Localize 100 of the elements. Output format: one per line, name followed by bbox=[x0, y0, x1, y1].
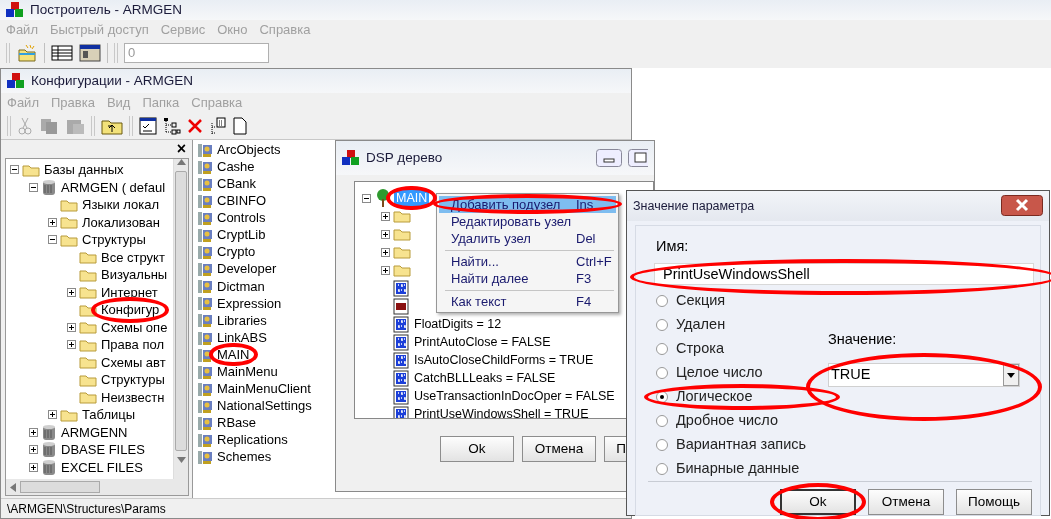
folder-icon bbox=[79, 267, 97, 282]
folder-up-icon[interactable] bbox=[101, 117, 123, 135]
collapse-icon[interactable] bbox=[48, 235, 57, 245]
tree-item[interactable]: Локализован bbox=[80, 212, 163, 232]
tree-item[interactable]: Все структ bbox=[99, 247, 167, 267]
folder-icon bbox=[60, 215, 78, 230]
radio-label: Логическое bbox=[676, 386, 753, 406]
list-item[interactable]: CBank bbox=[215, 174, 259, 194]
list-item[interactable]: NationalSettings bbox=[215, 396, 314, 416]
list-item[interactable]: CBINFO bbox=[215, 191, 269, 211]
tree-item[interactable]: DBASE FILES bbox=[59, 440, 147, 460]
list-item[interactable]: MainMenu bbox=[215, 362, 280, 382]
new-document-icon[interactable] bbox=[233, 117, 247, 135]
tree-item[interactable]: CatchBLLLeaks = FALSE bbox=[412, 368, 558, 388]
dialog-button[interactable]: Ok bbox=[780, 488, 856, 515]
app-icon bbox=[6, 2, 24, 18]
app-icon bbox=[7, 73, 25, 89]
list-item[interactable]: MainMenuClient bbox=[215, 379, 313, 399]
menu-item[interactable]: Найти далее F3 bbox=[439, 270, 616, 287]
list-item[interactable]: Controls bbox=[215, 208, 268, 228]
module-icon bbox=[197, 449, 213, 466]
expand-icon[interactable] bbox=[29, 427, 38, 437]
tree-item[interactable]: EXCEL FILES bbox=[59, 457, 145, 477]
list-item[interactable]: Developer bbox=[215, 259, 279, 279]
collapse-icon[interactable] bbox=[29, 182, 38, 192]
radio-label: Секция bbox=[676, 290, 726, 310]
tree-item[interactable]: Схемы опе bbox=[99, 317, 170, 337]
open-folder-icon[interactable] bbox=[16, 43, 38, 63]
tree-item[interactable]: Неизвестн bbox=[99, 387, 167, 407]
menu-item[interactable]: Редактировать узел bbox=[439, 213, 616, 230]
tree-item[interactable]: PrintUseWindowsShell = TRUE bbox=[412, 404, 591, 418]
list-item[interactable]: Schemes bbox=[215, 447, 274, 467]
tree-item[interactable]: IsAutoCloseChildForms = TRUE bbox=[412, 350, 596, 370]
expand-icon[interactable] bbox=[29, 462, 38, 472]
expand-icon[interactable] bbox=[381, 211, 390, 221]
dialog-button[interactable]: Отмена bbox=[868, 488, 944, 515]
expand-icon[interactable] bbox=[48, 217, 57, 227]
tree-item[interactable]: Базы данных bbox=[42, 160, 126, 180]
tree-item[interactable]: ARMGEN ( defaul bbox=[59, 177, 168, 197]
tree-item[interactable]: Визуальны bbox=[99, 265, 170, 285]
collapse-icon[interactable] bbox=[10, 165, 19, 175]
app-icon bbox=[342, 150, 360, 166]
radio-button[interactable] bbox=[656, 390, 668, 403]
menu-item[interactable]: Удалить узел Del bbox=[439, 230, 616, 247]
close-button[interactable]: × bbox=[176, 140, 186, 158]
list-item[interactable]: RBase bbox=[215, 413, 259, 433]
tree-item[interactable]: Интернет bbox=[99, 282, 160, 302]
properties-icon[interactable] bbox=[139, 117, 157, 135]
radio-button[interactable] bbox=[656, 414, 668, 427]
tree-item[interactable]: Структуры bbox=[80, 230, 148, 250]
expand-icon[interactable] bbox=[67, 322, 76, 332]
tree-item[interactable]: Языки локал bbox=[80, 195, 161, 215]
table-icon[interactable] bbox=[51, 44, 73, 62]
radio-button[interactable] bbox=[656, 318, 668, 331]
module-icon bbox=[197, 261, 213, 278]
tree-view-icon[interactable] bbox=[163, 117, 181, 135]
window-icon[interactable] bbox=[79, 44, 101, 62]
expand-icon[interactable] bbox=[67, 287, 76, 297]
menu-item[interactable]: Найти... Ctrl+F bbox=[439, 253, 616, 270]
vertical-scrollbar[interactable] bbox=[173, 159, 188, 479]
dialog-button[interactable]: Ok bbox=[440, 436, 514, 462]
module-icon bbox=[197, 175, 213, 192]
tree-item[interactable]: FloatDigits = 12 bbox=[412, 314, 504, 334]
maximize-icon[interactable] bbox=[628, 149, 648, 167]
radio-button[interactable] bbox=[656, 294, 668, 307]
expand-icon[interactable] bbox=[29, 445, 38, 455]
dialog-button[interactable]: Помощь bbox=[956, 488, 1032, 515]
expand-icon[interactable] bbox=[381, 247, 390, 257]
copy-tree-icon[interactable] bbox=[209, 117, 227, 135]
tree-item[interactable]: ARMGENN bbox=[59, 422, 130, 442]
radio-button[interactable] bbox=[656, 462, 668, 475]
radio-button[interactable] bbox=[656, 438, 668, 451]
scroll-left-icon bbox=[10, 482, 16, 492]
tree-item[interactable]: Конфигур bbox=[99, 300, 162, 320]
radio-button[interactable] bbox=[656, 342, 668, 355]
list-item[interactable]: Crypto bbox=[215, 242, 258, 262]
dialog-button[interactable]: Отмена bbox=[522, 436, 596, 462]
module-icon bbox=[197, 380, 213, 397]
list-item[interactable]: CryptLib bbox=[215, 225, 268, 245]
tree-item[interactable]: Права пол bbox=[99, 335, 166, 355]
delete-icon[interactable] bbox=[187, 118, 203, 134]
expand-icon[interactable] bbox=[67, 340, 76, 350]
menu-item[interactable]: Как текст F4 bbox=[439, 293, 616, 310]
tree-item[interactable]: UseTransactionInDocOper = FALSE bbox=[412, 386, 617, 406]
tree-item[interactable]: Структуры bbox=[99, 370, 167, 390]
list-item[interactable]: Replications bbox=[215, 430, 290, 450]
tree-item[interactable]: PrintAutoClose = FALSE bbox=[412, 332, 553, 352]
input-field[interactable]: PrintUseWindowsShell bbox=[654, 262, 1034, 285]
tree-item[interactable]: Таблицы bbox=[80, 405, 138, 425]
horizontal-scrollbar[interactable] bbox=[6, 479, 188, 495]
tree-item[interactable]: Схемы авт bbox=[99, 352, 168, 372]
dropdown-field[interactable]: TRUE bbox=[828, 362, 1020, 387]
collapse-icon[interactable] bbox=[362, 193, 371, 203]
radio-button[interactable] bbox=[656, 366, 668, 379]
close-icon[interactable] bbox=[1001, 195, 1043, 217]
expand-icon[interactable] bbox=[381, 229, 390, 239]
expand-icon[interactable] bbox=[48, 410, 57, 420]
expand-icon[interactable] bbox=[381, 265, 390, 275]
module-icon bbox=[197, 141, 213, 158]
minimize-icon[interactable] bbox=[596, 149, 622, 167]
